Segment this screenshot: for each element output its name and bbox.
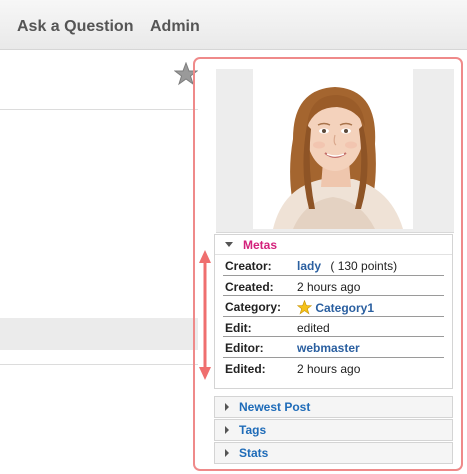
meta-row-edited: Edited: 2 hours ago [223, 358, 444, 379]
metas-title: Metas [243, 237, 278, 252]
tags-title: Tags [239, 423, 267, 437]
nav-admin[interactable]: Admin [150, 18, 200, 36]
meta-row-created: Created: 2 hours ago [223, 276, 444, 296]
meta-row-editor: Editor: webmaster [223, 337, 444, 358]
user-avatar-photo [253, 69, 413, 229]
meta-row-creator: Creator: lady ( 130 points) [223, 255, 444, 276]
meta-label: Created: [225, 279, 274, 294]
double-arrow-icon [198, 250, 212, 380]
triangle-down-icon [225, 242, 233, 247]
nav-ask-question[interactable]: Ask a Question [17, 18, 133, 36]
triangle-right-icon [225, 449, 229, 457]
meta-label: Edit: [225, 320, 252, 335]
metas-panel-header[interactable]: Metas [215, 235, 452, 255]
meta-label: Editor: [225, 341, 264, 355]
content-divider [0, 109, 198, 110]
creator-link[interactable]: lady [297, 259, 321, 273]
content-divider [0, 364, 198, 365]
triangle-right-icon [225, 403, 229, 411]
metas-panel: Metas Creator: lady ( 130 points) Create… [214, 234, 453, 389]
metas-list: Creator: lady ( 130 points) Created: 2 h… [215, 255, 452, 378]
meta-value: edited [297, 320, 330, 335]
category-link[interactable]: Category1 [315, 301, 374, 315]
category-star-icon [296, 299, 313, 318]
newest-post-panel[interactable]: Newest Post [214, 396, 453, 418]
meta-value: 2 hours ago [297, 361, 361, 376]
newest-post-title: Newest Post [239, 400, 311, 414]
meta-row-category: Category: Category1 [223, 296, 444, 317]
tags-header[interactable]: Tags [215, 420, 452, 440]
meta-value: Category1 [296, 299, 374, 318]
meta-label: Creator: [225, 259, 272, 273]
editor-link[interactable]: webmaster [297, 341, 360, 355]
meta-label: Edited: [225, 361, 266, 376]
meta-value: 2 hours ago [297, 279, 361, 294]
newest-post-header[interactable]: Newest Post [215, 397, 452, 417]
tags-panel[interactable]: Tags [214, 419, 453, 441]
main-content [0, 50, 199, 474]
meta-row-edit: Edit: edited [223, 317, 444, 337]
stats-title: Stats [239, 446, 269, 460]
stats-header[interactable]: Stats [215, 443, 452, 463]
meta-value: lady ( 130 points) [297, 259, 397, 273]
triangle-right-icon [225, 426, 229, 434]
content-band [0, 318, 198, 350]
creator-points: ( 130 points) [330, 259, 398, 273]
meta-label: Category: [225, 300, 282, 314]
top-navigation: Ask a Question Admin [0, 0, 467, 50]
stats-panel[interactable]: Stats [214, 442, 453, 464]
